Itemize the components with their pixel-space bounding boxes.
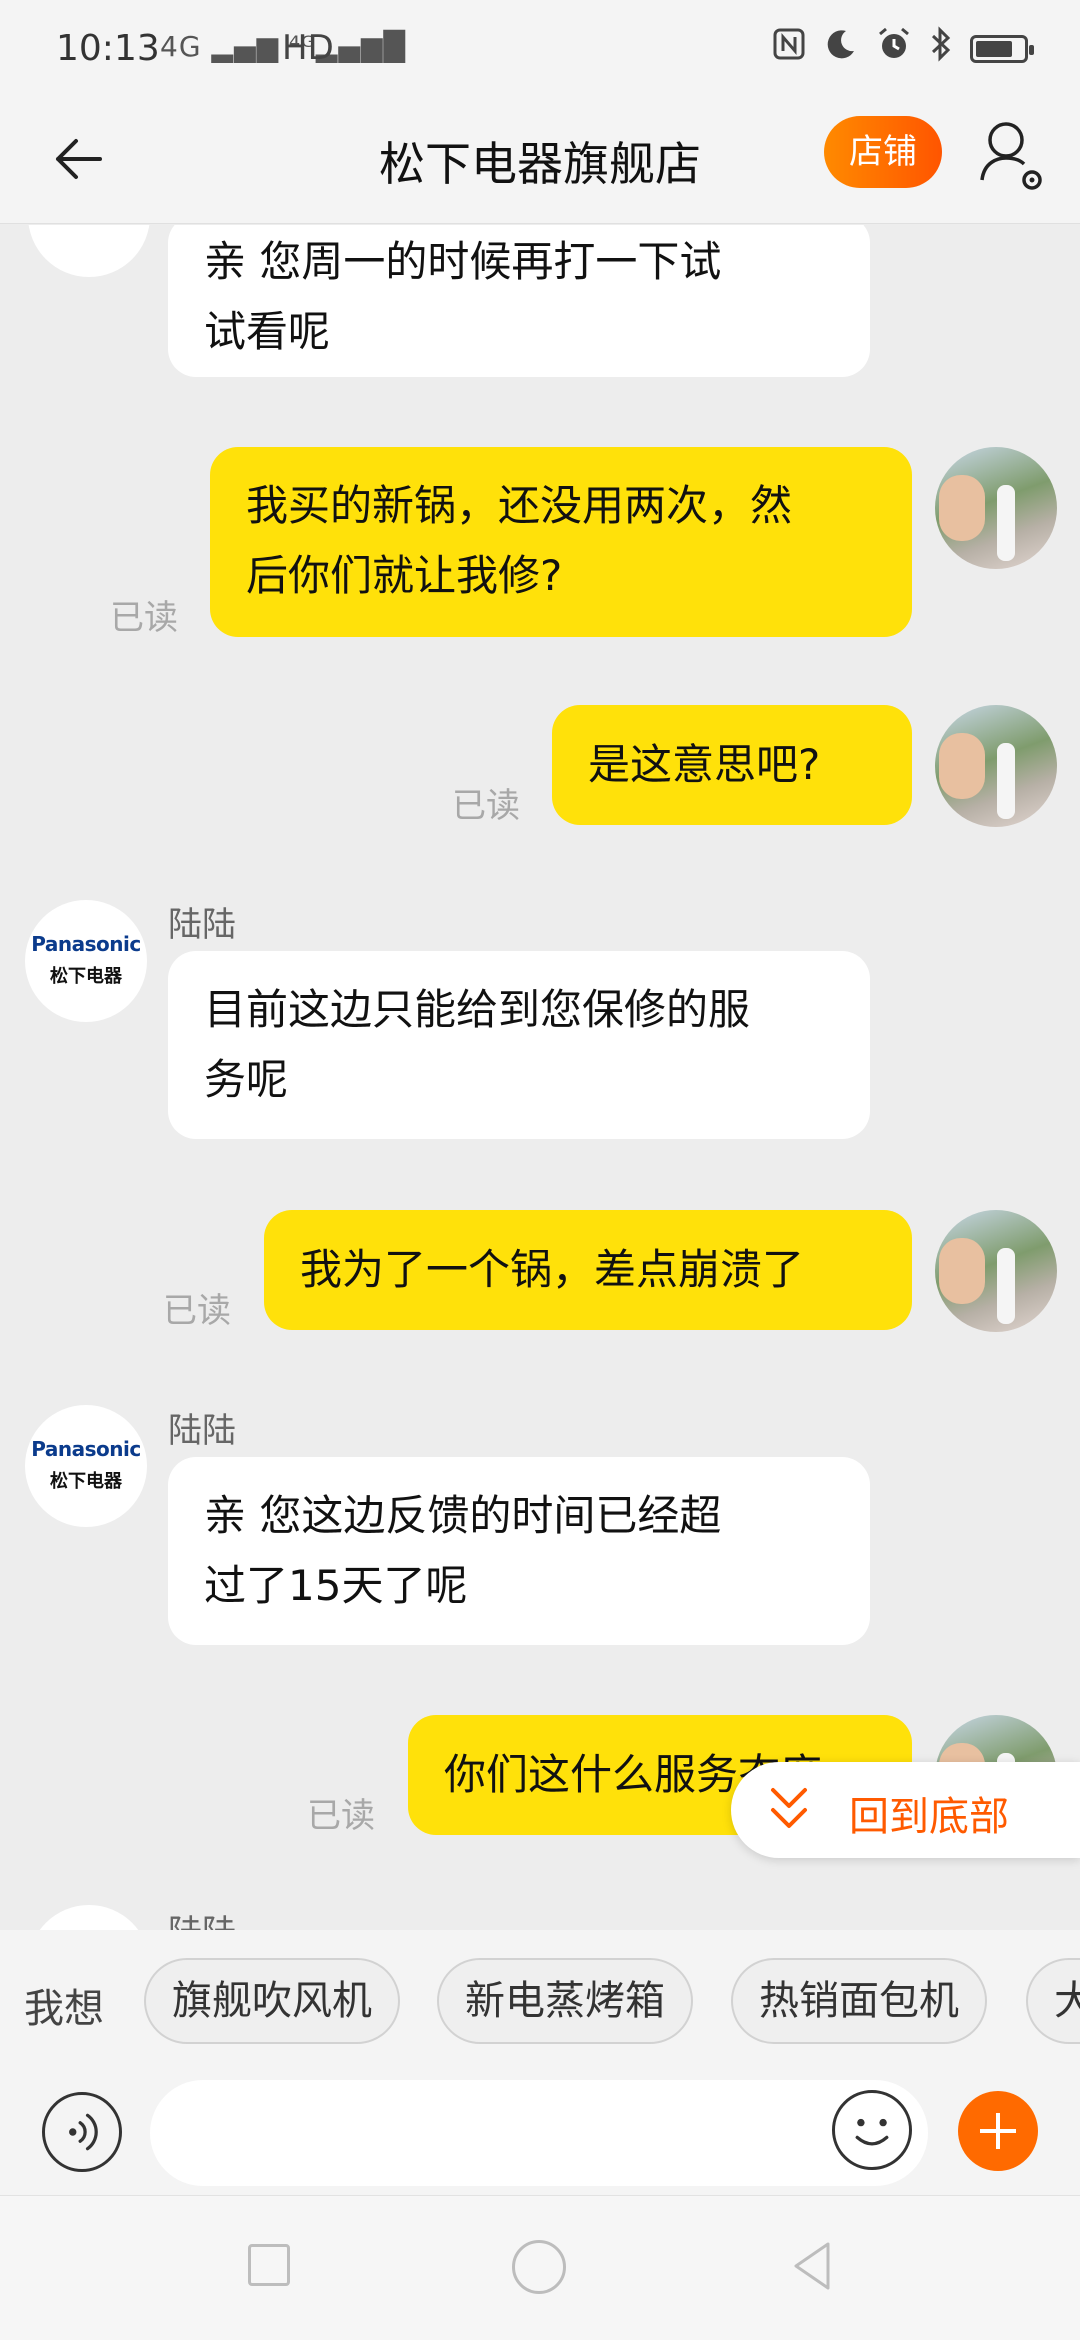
suggestion-prefix: 我想 [24,1986,104,2032]
shop-button[interactable]: 店铺 [824,116,942,188]
suggestion-chip[interactable]: 旗舰吹风机 [144,1958,400,2044]
sender-name: 陆陆 [168,905,236,945]
read-receipt: 已读 [163,1291,231,1331]
message-line: 我为了一个锅，差点崩溃了 [300,1245,805,1294]
message-bubble[interactable]: 亲 您这边反馈的时间已经超 过了15天了呢 [168,1457,870,1645]
shop-avatar[interactable]: Panasonic 松下电器 [25,900,147,1022]
message-bubble[interactable]: 是这意思吧? [552,705,912,825]
message-line: 是这意思吧? [588,740,821,789]
status-time: 10:13 [56,28,160,69]
shop-brand-logo: Panasonic [31,932,141,956]
message-line: 试看呢 [204,307,331,356]
system-navigation-bar [0,2195,1080,2340]
emoji-icon[interactable] [832,2090,912,2170]
scroll-to-bottom-label: 回到底部 [849,1794,1009,1840]
status-bar: 10:13 4G ▂▄▆ ⁴ᴳ▂▄▆█ HD [0,0,1080,100]
battery-icon [970,34,1034,63]
message-line: 目前这边只能给到您保修的服 [204,985,751,1034]
message-bubble[interactable]: 目前这边只能给到您保修的服 务呢 [168,951,870,1139]
message-line: 我买的新锅，还没用两次，然 [246,481,793,530]
sender-name: 陆陆 [168,1905,236,1930]
message-input[interactable] [150,2080,928,2186]
shop-brand-cn: 松下电器 [50,966,122,987]
bluetooth-icon [930,26,952,71]
plus-icon[interactable] [958,2091,1038,2171]
message-line: 亲 您周一的时候再打一下试 [204,237,722,286]
suggestion-chip[interactable]: 大 [1026,1958,1080,2044]
chat-header: 松下电器旗舰店 店铺 [0,100,1080,224]
double-chevron-down-icon [771,1788,807,1828]
input-bar [0,2070,1080,2195]
user-avatar[interactable] [935,705,1057,827]
shop-brand-logo: Panasonic [31,1437,141,1461]
chat-messages[interactable]: 亲 您周一的时候再打一下试 试看呢 已读 我买的新锅，还没用两次，然 后你们就让… [0,225,1080,1930]
suggestion-bar: 我想 旗舰吹风机 新电蒸烤箱 热销面包机 大 [0,1930,1080,2070]
user-avatar[interactable] [935,1210,1057,1332]
nfc-icon [772,27,806,70]
message-bubble[interactable]: 我买的新锅，还没用两次，然 后你们就让我修? [210,447,912,637]
shop-avatar[interactable] [28,225,150,277]
sender-name: 陆陆 [168,1411,236,1451]
read-receipt: 已读 [110,598,178,638]
shop-avatar[interactable] [28,1905,150,1930]
scroll-to-bottom-button[interactable]: 回到底部 [731,1762,1080,1858]
suggestion-chip[interactable]: 热销面包机 [731,1958,987,2044]
message-line: 后你们就让我修? [246,551,563,600]
home-icon[interactable] [512,2240,566,2294]
hd-indicator: HD [282,28,334,68]
read-receipt: 已读 [452,786,520,826]
user-avatar[interactable] [935,447,1057,569]
user-settings-icon[interactable] [976,116,1048,196]
shop-avatar[interactable]: Panasonic 松下电器 [25,1405,147,1527]
recent-apps-icon[interactable] [248,2244,290,2286]
shop-brand-cn: 松下电器 [50,1471,122,1492]
message-line: 务呢 [204,1055,289,1104]
read-receipt: 已读 [307,1796,375,1836]
back-icon[interactable] [784,2236,844,2296]
message-line: 过了15天了呢 [204,1561,468,1610]
message-line: 亲 您这边反馈的时间已经超 [204,1491,722,1540]
message-bubble[interactable]: 亲 您周一的时候再打一下试 试看呢 [168,225,870,377]
suggestion-chip[interactable]: 新电蒸烤箱 [437,1958,693,2044]
alarm-icon [876,26,912,71]
message-bubble[interactable]: 我为了一个锅，差点崩溃了 [264,1210,912,1330]
voice-icon[interactable] [42,2092,122,2172]
moon-icon [824,27,858,70]
